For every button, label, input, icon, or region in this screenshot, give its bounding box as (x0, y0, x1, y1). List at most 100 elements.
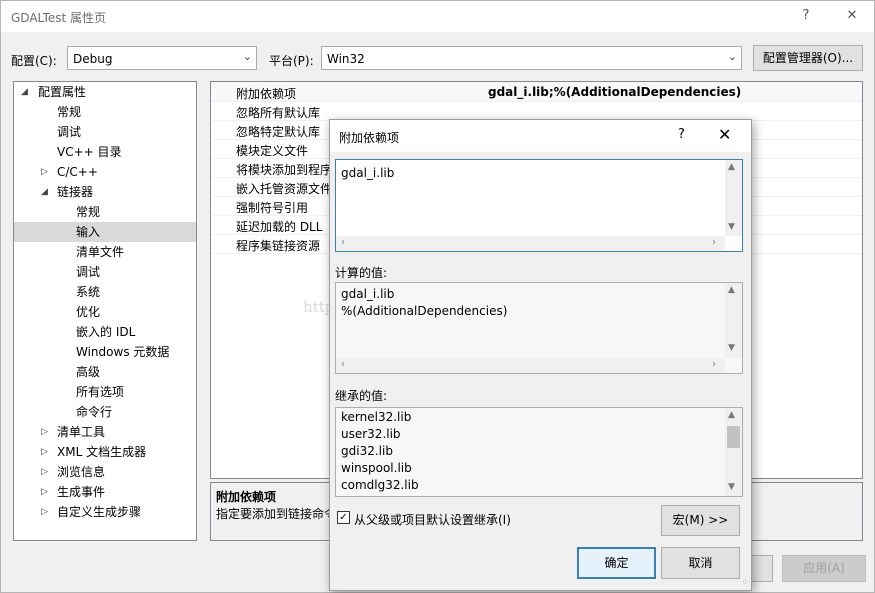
inherited-line: user32.lib (341, 427, 401, 441)
tree-item-general[interactable]: 常规 (14, 102, 196, 122)
tree-item-linker-debugging[interactable]: 调试 (14, 262, 196, 282)
tree-item-label: 系统 (76, 285, 101, 299)
platform-select[interactable]: Win32 ⌄ (321, 46, 742, 70)
title-bar: GDALTest 属性页 ? ✕ (1, 1, 874, 32)
horizontal-scrollbar[interactable]: ‹ › (336, 236, 725, 251)
tree-item-label: 所有选项 (76, 385, 125, 399)
inherited-line: winspool.lib (341, 461, 412, 475)
property-name: 强制符号引用 (236, 201, 309, 215)
tree-item-system[interactable]: 系统 (14, 282, 196, 302)
tree-item-custom-build-step[interactable]: ▷ 自定义生成步骤 (14, 502, 196, 522)
property-name: 延迟加载的 DLL (236, 220, 323, 234)
scroll-thumb[interactable] (727, 426, 740, 448)
scroll-down-icon[interactable]: ▼ (728, 343, 735, 353)
tree-item-label: 配置属性 (38, 85, 87, 99)
expand-icon[interactable]: ▷ (41, 502, 48, 522)
tree-item-windows-metadata[interactable]: Windows 元数据 (14, 342, 196, 362)
tree-item-optimization[interactable]: 优化 (14, 302, 196, 322)
computed-line: gdal_i.lib (341, 287, 395, 301)
computed-values-box[interactable]: gdal_i.lib %(AdditionalDependencies) ▲ ▼… (335, 282, 743, 374)
edit-textarea[interactable]: gdal_i.lib ▲ ▼ ‹ › (335, 159, 743, 252)
property-tree[interactable]: ◢ 配置属性 常规 调试 VC++ 目录 ▷ C/C++ ◢ 链接器 常规 输入… (13, 81, 197, 541)
scroll-up-icon[interactable]: ▲ (728, 285, 735, 295)
tree-item-config-properties[interactable]: ◢ 配置属性 (14, 82, 196, 102)
description-title: 附加依赖项 (216, 490, 277, 504)
expand-icon[interactable]: ▷ (41, 422, 48, 442)
tree-item-manifest-file[interactable]: 清单文件 (14, 242, 196, 262)
scroll-down-icon[interactable]: ▼ (728, 482, 735, 492)
inherit-checkbox-label[interactable]: 从父级或项目默认设置继承(I) (354, 511, 511, 528)
tree-item-label: 清单工具 (57, 425, 106, 439)
vertical-scrollbar[interactable]: ▲ ▼ (725, 408, 742, 496)
tree-item-label: 清单文件 (76, 245, 125, 259)
scroll-right-icon[interactable]: › (712, 237, 716, 248)
tree-item-c-cpp[interactable]: ▷ C/C++ (14, 162, 196, 182)
apply-button[interactable]: 应用(A) (782, 555, 866, 582)
tree-item-vc-directories[interactable]: VC++ 目录 (14, 142, 196, 162)
property-name: 忽略特定默认库 (236, 125, 321, 139)
config-value: Debug (73, 52, 113, 66)
vertical-scrollbar[interactable]: ▲ ▼ (725, 283, 742, 358)
dialog-title-bar: 附加依赖项 ? ✕ (330, 120, 751, 152)
tree-item-embedded-idl[interactable]: 嵌入的 IDL (14, 322, 196, 342)
dialog-title: 附加依赖项 (339, 131, 400, 145)
cancel-button[interactable]: 取消 (661, 547, 740, 579)
property-pages-window: GDALTest 属性页 ? ✕ 配置(C): Debug ⌄ 平台(P): W… (0, 0, 875, 593)
chevron-down-icon: ⌄ (242, 50, 252, 63)
scroll-up-icon[interactable]: ▲ (728, 410, 735, 420)
close-button[interactable]: ✕ (837, 5, 867, 27)
tree-item-manifest-tool[interactable]: ▷ 清单工具 (14, 422, 196, 442)
expand-icon[interactable]: ▷ (41, 162, 48, 182)
scroll-up-icon[interactable]: ▲ (728, 162, 735, 172)
scroll-left-icon[interactable]: ‹ (341, 359, 345, 370)
expand-icon[interactable]: ▷ (41, 462, 48, 482)
horizontal-scrollbar[interactable]: ‹ › (336, 358, 725, 373)
scroll-right-icon[interactable]: › (712, 359, 716, 370)
config-select[interactable]: Debug ⌄ (67, 46, 257, 70)
config-manager-button[interactable]: 配置管理器(O)... (753, 45, 863, 71)
tree-item-debugging[interactable]: 调试 (14, 122, 196, 142)
dialog-help-button[interactable]: ? (678, 127, 685, 142)
grid-row-additional-dependencies[interactable]: 附加依赖项 gdal_i.lib;%(AdditionalDependencie… (211, 82, 862, 102)
vertical-scrollbar[interactable]: ▲ ▼ (725, 160, 742, 236)
inherited-values-box[interactable]: kernel32.lib user32.lib gdi32.lib winspo… (335, 407, 743, 497)
tree-item-xml-doc-generator[interactable]: ▷ XML 文档生成器 (14, 442, 196, 462)
tree-item-label: 常规 (76, 205, 101, 219)
tree-item-build-events[interactable]: ▷ 生成事件 (14, 482, 196, 502)
config-row: 配置(C): Debug ⌄ 平台(P): Win32 ⌄ 配置管理器(O)..… (1, 45, 874, 73)
inherited-line: gdi32.lib (341, 444, 393, 458)
tree-item-label: XML 文档生成器 (57, 445, 147, 459)
property-name: 嵌入托管资源文件 (236, 182, 333, 196)
scroll-left-icon[interactable]: ‹ (341, 237, 345, 248)
tree-item-browse-info[interactable]: ▷ 浏览信息 (14, 462, 196, 482)
ok-button[interactable]: 确定 (577, 547, 656, 579)
resize-grip-icon[interactable]: ⁘ (741, 578, 749, 588)
scroll-down-icon[interactable]: ▼ (728, 222, 735, 232)
collapse-icon[interactable]: ◢ (41, 182, 48, 202)
tree-item-linker[interactable]: ◢ 链接器 (14, 182, 196, 202)
property-value[interactable]: gdal_i.lib;%(AdditionalDependencies) (488, 85, 741, 99)
tree-item-label: 浏览信息 (57, 465, 106, 479)
computed-values-label: 计算的值: (335, 266, 388, 280)
property-name: 模块定义文件 (236, 144, 309, 158)
macro-button[interactable]: 宏(M) >> (661, 505, 740, 536)
tree-item-label: 链接器 (57, 185, 94, 199)
tree-item-label: 高级 (76, 365, 101, 379)
inherited-line: kernel32.lib (341, 410, 412, 424)
tree-item-linker-general[interactable]: 常规 (14, 202, 196, 222)
expand-icon[interactable]: ◢ (21, 82, 28, 102)
platform-value: Win32 (327, 52, 365, 66)
tree-item-label: Windows 元数据 (76, 345, 170, 359)
tree-item-advanced[interactable]: 高级 (14, 362, 196, 382)
tree-item-linker-input[interactable]: 输入 (14, 222, 196, 242)
tree-item-command-line[interactable]: 命令行 (14, 402, 196, 422)
dialog-close-button[interactable]: ✕ (718, 125, 731, 144)
help-button[interactable]: ? (791, 5, 821, 27)
tree-item-all-options[interactable]: 所有选项 (14, 382, 196, 402)
property-name: 程序集链接资源 (236, 239, 321, 253)
inherit-checkbox[interactable]: ✓ (337, 511, 350, 524)
expand-icon[interactable]: ▷ (41, 442, 48, 462)
expand-icon[interactable]: ▷ (41, 482, 48, 502)
tree-item-label: 命令行 (76, 405, 113, 419)
grid-row-ignore-all-default-libs[interactable]: 忽略所有默认库 (211, 101, 862, 121)
